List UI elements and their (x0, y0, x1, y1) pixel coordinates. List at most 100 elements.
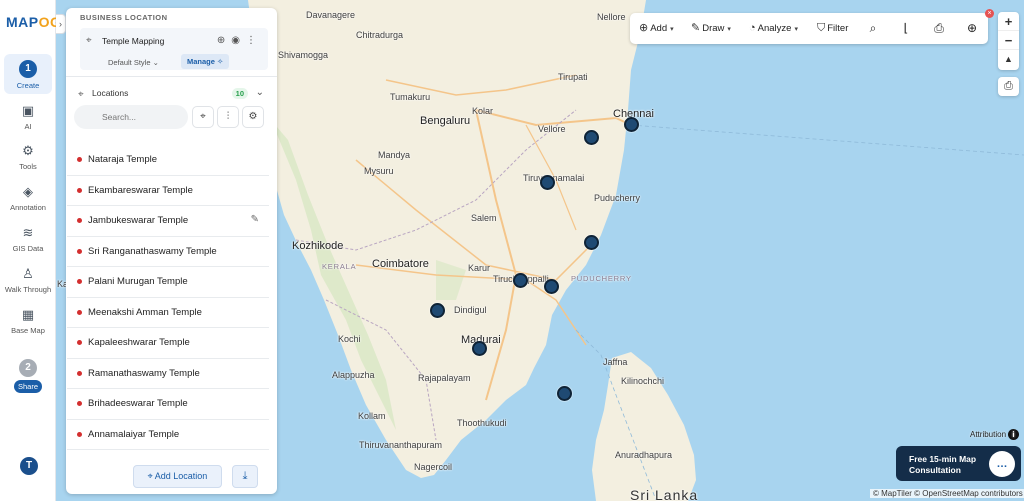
location-pin-icon: ⌖ (200, 111, 206, 122)
measure-button[interactable]: ⌊ (896, 13, 916, 44)
map-marker[interactable] (472, 341, 487, 356)
red-dot-icon (77, 340, 82, 345)
map-marker[interactable] (544, 279, 559, 294)
locate-button[interactable]: ⊕ (962, 13, 982, 44)
zoom-icon[interactable]: ⊕ (217, 35, 231, 46)
eye-icon[interactable]: ◉ (231, 35, 246, 46)
list-item[interactable]: Nataraja Temple (67, 145, 269, 176)
label-anuradhapura: Anuradhapura (615, 450, 673, 460)
rail-create[interactable]: 1 Create (4, 54, 52, 94)
location-pin-icon: ⌖ (147, 471, 153, 481)
label-nagercoil: Nagercoil (414, 462, 453, 472)
panel-collapse-toggle[interactable]: › (56, 14, 66, 34)
locations-count-badge: 10 (231, 88, 248, 99)
rail-tools-label: Tools (19, 162, 37, 171)
label-dindigul: Dindigul (454, 305, 487, 315)
locations-label: Locations (92, 88, 129, 98)
divider (66, 76, 277, 77)
download-icon: ⤓ (242, 470, 248, 482)
list-item[interactable]: Ekambareswarar Temple (67, 176, 269, 206)
rail-annotation[interactable]: ◈ Annotation (4, 180, 52, 220)
rail-base-map[interactable]: ▦ Base Map (4, 303, 52, 343)
share-step-number: 2 (19, 359, 37, 377)
search-input[interactable] (74, 105, 188, 129)
label-jaffna: Jaffna (603, 357, 628, 367)
analyze-label: Analyze (757, 23, 792, 34)
label-salem: Salem (471, 213, 497, 223)
style-dropdown[interactable]: Default Style ⌄ (108, 58, 159, 67)
map-icon: ▦ (21, 307, 35, 322)
pencil-icon: ✎ (691, 22, 701, 34)
list-item[interactable]: Jambukeswarar Temple ✎ (67, 206, 269, 237)
list-item-label: Annamalaiyar Temple (88, 428, 180, 440)
label-rajapalayam: Rajapalayam (418, 373, 471, 383)
download-button[interactable]: ⤓ (232, 465, 258, 488)
map-marker[interactable] (624, 117, 639, 132)
map-marker[interactable] (430, 303, 445, 318)
project-row[interactable]: ⌖ Temple Mapping ⊕◉⋮ Default Style ⌄ Man… (80, 28, 268, 70)
add-button[interactable]: ⊕ Add ▾ (639, 13, 674, 44)
map-marker[interactable] (540, 175, 555, 190)
location-filter-button[interactable]: ⌖ (192, 106, 214, 128)
rail-gis-data[interactable]: ≋ GIS Data (4, 221, 52, 261)
label-kerala: KERALA (322, 262, 357, 271)
label-thiruvananthapuram: Thiruvananthapuram (359, 440, 443, 450)
map-marker[interactable] (584, 235, 599, 250)
add-location-button[interactable]: ⌖ Add Location (133, 465, 222, 488)
label-alappuzha: Alappuzha (332, 370, 375, 380)
settings-button[interactable]: ⚙ (242, 106, 264, 128)
analyze-button[interactable]: ◔ Analyze ▾ (749, 13, 798, 44)
zoom-controls: + − ▲ (998, 12, 1019, 70)
attribution-label: Attribution (970, 430, 1007, 439)
map-marker[interactable] (557, 386, 572, 401)
rail-ai-label: AI (24, 122, 32, 131)
draw-button[interactable]: ✎ Draw ▾ (691, 13, 731, 44)
list-item[interactable]: Kapaleeshwarar Temple (67, 328, 269, 359)
list-item[interactable]: Ramanathaswamy Temple (67, 359, 269, 389)
list-item[interactable]: Brihadeeswarar Temple (67, 389, 269, 420)
compass-button[interactable]: ▲ (998, 50, 1019, 69)
list-item[interactable]: Sri Ranganathaswamy Temple (67, 237, 269, 267)
more-icon[interactable]: ⋮ (246, 35, 262, 46)
label-davanagere: Davanagere (306, 10, 356, 20)
chat-icon[interactable]: … (989, 451, 1015, 477)
side-panel: BUSINESS LOCATION ⌖ Temple Mapping ⊕◉⋮ D… (66, 8, 277, 494)
list-item-label: Nataraja Temple (88, 154, 158, 165)
rail-share[interactable]: 2 Share (4, 353, 52, 393)
sliders-button[interactable]: ⫶ (217, 106, 239, 128)
filter-button[interactable]: ⛉ Filter (817, 13, 848, 44)
manage-button[interactable]: Manage ✧ (181, 54, 230, 69)
list-item-label: Sri Ranganathaswamy Temple (88, 245, 217, 257)
locations-header[interactable]: ⌖ Locations 10 ⌄ (78, 86, 266, 104)
zoom-out-button[interactable]: − (998, 31, 1019, 50)
app-logo[interactable]: MAPOG (6, 14, 61, 30)
close-icon[interactable]: × (985, 9, 994, 18)
label-nellore: Nellore (597, 12, 626, 22)
add-label: Add (650, 23, 668, 34)
label-karur: Karur (468, 263, 491, 273)
red-dot-icon (77, 370, 82, 376)
chevron-down-icon[interactable]: ⌄ (256, 87, 264, 98)
print-map-button[interactable]: ⎙ (998, 77, 1019, 96)
sliders-icon: ⫶ (226, 111, 230, 122)
label-kilinochchi: Kilinochchi (621, 376, 665, 386)
section-title: BUSINESS LOCATION (80, 13, 168, 22)
map-marker[interactable] (513, 273, 528, 288)
rail-tools[interactable]: ⚙ Tools (4, 139, 52, 179)
rail-walk-through[interactable]: ♙ Walk Through (4, 262, 52, 302)
caret-down-icon: ▾ (727, 26, 731, 33)
print-button[interactable]: ⎙ (929, 13, 949, 44)
zoom-in-button[interactable]: + (998, 12, 1019, 31)
list-item[interactable]: Palani Murugan Temple (67, 267, 269, 298)
list-item[interactable]: Meenakshi Amman Temple (67, 298, 269, 328)
layers-icon: ≋ (22, 225, 34, 240)
gear-icon: ⚙ (22, 143, 34, 158)
attribution-toggle[interactable]: Attribution i (970, 429, 1020, 440)
rail-ai[interactable]: ▣ AI (4, 99, 52, 139)
consultation-widget[interactable]: Free 15-min Map Consultation … (896, 446, 1021, 481)
search-button[interactable]: ⌕ (863, 13, 883, 44)
user-avatar[interactable]: T (20, 457, 38, 475)
list-item[interactable]: Annamalaiyar Temple (67, 420, 269, 450)
map-marker[interactable] (584, 130, 599, 145)
pencil-icon[interactable]: ✎ (251, 214, 259, 225)
